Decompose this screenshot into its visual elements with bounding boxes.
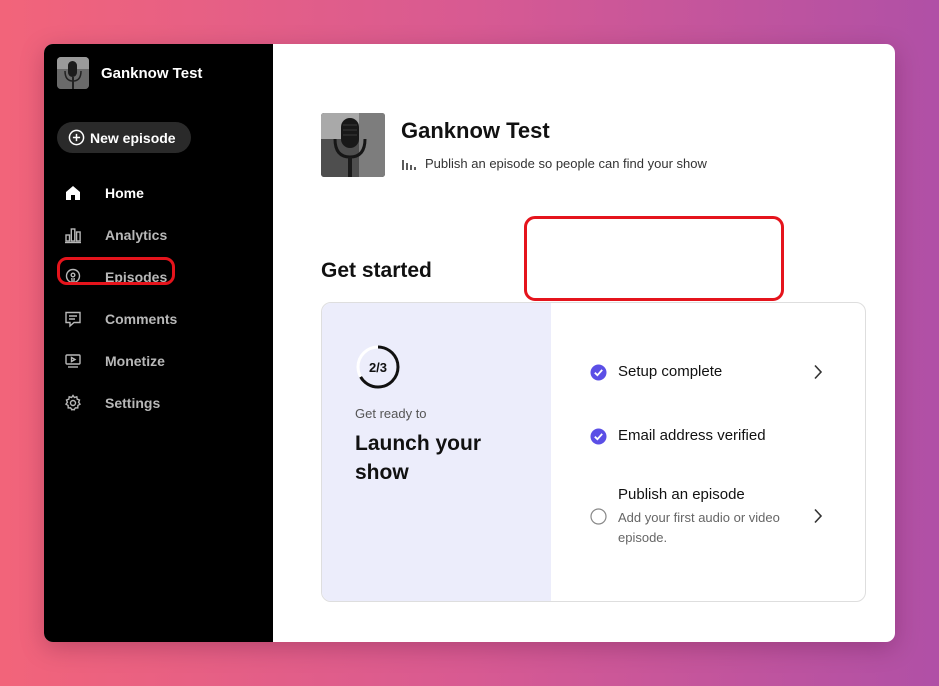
step-title: Email address verified [618,427,766,444]
sidebar: Ganknow Test New episode Home Analytics … [44,44,273,642]
comment-icon [64,310,82,328]
sidebar-item-home[interactable]: Home [44,172,273,214]
plus-circle-icon [68,129,85,146]
show-title: Ganknow Test [401,118,550,143]
sidebar-item-episodes[interactable]: Episodes [44,256,273,298]
sidebar-show-name: Ganknow Test [101,64,203,82]
main-content: Ganknow Test Publish an episode so peopl… [273,44,895,642]
step-publish-episode[interactable]: Publish an episode Add your first audio … [590,486,804,548]
sidebar-item-monetize[interactable]: Monetize [44,340,273,382]
sidebar-item-label: Comments [105,311,178,327]
monetize-icon [64,352,82,370]
new-episode-button[interactable]: New episode [57,122,191,153]
step-description: Add your first audio or video episode. [618,510,780,545]
gear-icon [64,394,82,412]
step-email-verified: Email address verified [590,427,766,445]
sidebar-item-label: Monetize [105,353,165,369]
publish-highlight-annotation [524,216,784,301]
show-artwork [321,113,385,177]
new-episode-label: New episode [90,129,176,146]
chevron-right-icon[interactable] [813,508,823,524]
sidebar-item-label: Home [105,185,144,201]
check-circle-icon [590,364,607,381]
sidebar-item-label: Episodes [105,269,168,285]
launch-panel: 2/3 Get ready to Launch your show [322,303,551,601]
step-title: Setup complete [618,363,723,380]
show-subtitle: Publish an episode so people can find yo… [401,156,707,171]
app-window: Ganknow Test New episode Home Analytics … [44,44,895,642]
show-subtitle-text: Publish an episode so people can find yo… [425,156,707,171]
launch-title: Launch your show [355,432,482,484]
home-icon [64,184,82,202]
empty-circle-icon [590,508,607,525]
ready-text: Get ready to [355,406,427,421]
steps-list: Setup complete Email address verified Pu… [551,303,865,601]
sidebar-nav: Home Analytics Episodes Comments Monetiz… [44,172,273,424]
analytics-icon [64,226,82,244]
check-circle-icon [590,428,607,445]
sidebar-item-label: Analytics [105,227,168,243]
sidebar-show-header[interactable]: Ganknow Test [57,57,202,89]
chevron-right-icon[interactable] [813,364,823,380]
sidebar-item-label: Settings [105,395,161,411]
progress-count: 2/3 [368,359,388,375]
get-started-heading: Get started [321,259,432,282]
podcast-icon [64,268,82,286]
sidebar-item-analytics[interactable]: Analytics [44,214,273,256]
analytics-bars-icon [402,159,416,170]
sidebar-item-settings[interactable]: Settings [44,382,273,424]
step-setup-complete[interactable]: Setup complete [590,363,722,381]
sidebar-item-comments[interactable]: Comments [44,298,273,340]
show-thumbnail [57,57,89,89]
step-title: Publish an episode [618,486,745,503]
get-started-card: 2/3 Get ready to Launch your show Setup … [321,302,866,602]
